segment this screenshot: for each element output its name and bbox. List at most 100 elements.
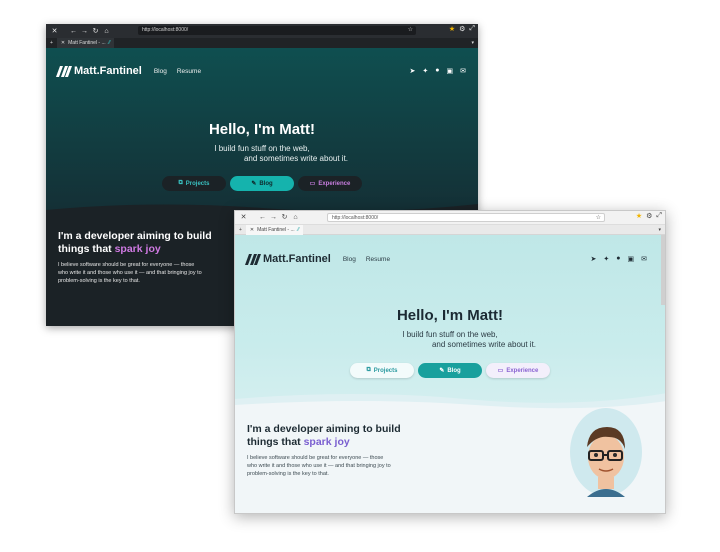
tab-matt-fantinel[interactable]: ✕ Matt Fantinel - ... ⁄⁄ <box>56 38 115 48</box>
bookmark-star-icon[interactable]: ☆ <box>596 214 601 223</box>
site-nav: Matt.Fantinel Blog Resume ➤ ✦ ● ▣ ✉ <box>244 251 653 267</box>
tab-matt-fantinel[interactable]: ✕ Matt Fantinel - ... ⁄⁄ <box>245 224 304 235</box>
hero: Hello, I'm Matt! I build fun stuff on th… <box>235 307 665 349</box>
telegram-icon[interactable]: ➤ <box>410 67 416 75</box>
logo-text: Matt.Fantinel <box>263 253 331 265</box>
pencil-icon: ✎ <box>251 181 257 187</box>
about-accent: spark joy <box>303 436 350 448</box>
address-bar[interactable]: http://localhost:8000/ ☆ <box>138 26 416 35</box>
nav-blog-link[interactable]: Blog <box>154 68 167 75</box>
new-tab-icon[interactable]: + <box>239 227 242 233</box>
about-body-line1: I believe software should be great for e… <box>58 262 195 268</box>
extension-star-icon[interactable]: ★ <box>636 212 642 220</box>
blog-button-label: Blog <box>447 367 461 374</box>
blog-button[interactable]: ✎ Blog <box>418 363 482 378</box>
projects-button-label: Projects <box>185 180 210 187</box>
linkedin-icon[interactable]: ▣ <box>447 67 454 75</box>
browser-toolbar: ✕ ← → ↻ ⌂ http://localhost:8000/ ☆ ★ ⚙ ⤢ <box>46 24 478 38</box>
experience-button-label: Experience <box>318 180 351 187</box>
tab-menu-icon[interactable]: ▾ <box>471 40 474 46</box>
telegram-icon[interactable]: ➤ <box>591 255 597 263</box>
cta-buttons: ⧉ Projects ✎ Blog ▭ Experience <box>235 363 665 378</box>
address-bar[interactable]: http://localhost:8000/ ☆ <box>327 213 605 222</box>
tab-close-icon[interactable]: ✕ <box>61 40 65 46</box>
tab-bar: + ✕ Matt Fantinel - ... ⁄⁄ ▾ <box>235 224 665 235</box>
close-icon[interactable]: ✕ <box>49 26 60 37</box>
cta-buttons: ⧉ Projects ✎ Blog ▭ Experience <box>46 176 478 191</box>
about-heading-line2: things that <box>58 243 112 255</box>
blog-button[interactable]: ✎ Blog <box>230 176 294 191</box>
about-body: I believe software should be great for e… <box>247 454 401 478</box>
about-heading-line1: I'm a developer aiming to build <box>247 423 401 435</box>
avatar <box>570 408 642 497</box>
projects-button[interactable]: ⧉ Projects <box>350 363 414 378</box>
about-text: I'm a developer aiming to build things t… <box>247 423 401 478</box>
briefcase-icon: ▭ <box>497 368 504 374</box>
tab-close-icon[interactable]: ✕ <box>250 227 254 233</box>
briefcase-icon: ▭ <box>309 181 316 187</box>
forward-icon[interactable]: → <box>79 26 90 37</box>
browser-window-light: ✕ ← → ↻ ⌂ http://localhost:8000/ ☆ ★ ⚙ ⤢… <box>234 210 666 514</box>
about-body-line2: who write it and those who use it — and … <box>247 463 391 469</box>
logo-mark-icon <box>244 253 262 265</box>
logo-text: Matt.Fantinel <box>74 65 142 77</box>
email-icon[interactable]: ✉ <box>460 67 466 75</box>
nav-resume-link[interactable]: Resume <box>366 256 390 263</box>
bookmark-star-icon[interactable]: ☆ <box>408 26 413 35</box>
hero-line-1: I build fun stuff on the web, <box>402 330 498 339</box>
tab-favicon-icon: ⁄⁄ <box>297 226 300 233</box>
hero-line-2: and sometimes write about it. <box>243 154 349 163</box>
url-text: http://localhost:8000/ <box>142 27 189 33</box>
extension-star-icon[interactable]: ★ <box>449 25 455 33</box>
forward-icon[interactable]: → <box>268 212 279 223</box>
site-logo[interactable]: Matt.Fantinel <box>244 253 331 265</box>
hero-line-2: and sometimes write about it. <box>431 340 537 349</box>
tab-menu-icon[interactable]: ▾ <box>658 227 661 233</box>
settings-icon[interactable]: ⚙ <box>646 212 652 220</box>
hero-title: Hello, I'm Matt! <box>208 121 316 138</box>
url-text: http://localhost:8000/ <box>332 215 379 221</box>
settings-icon[interactable]: ⚙ <box>459 25 465 33</box>
tab-title: Matt Fantinel - ... <box>257 226 295 233</box>
nav-blog-link[interactable]: Blog <box>343 256 356 263</box>
about-heading-line1: I'm a developer aiming to build <box>58 230 212 242</box>
about-text: I'm a developer aiming to build things t… <box>58 230 212 285</box>
about-heading: I'm a developer aiming to build things t… <box>247 423 401 449</box>
hero-title: Hello, I'm Matt! <box>396 307 504 324</box>
experience-button-label: Experience <box>506 367 539 374</box>
linkedin-icon[interactable]: ▣ <box>628 255 635 263</box>
home-icon[interactable]: ⌂ <box>290 212 301 223</box>
back-icon[interactable]: ← <box>257 212 268 223</box>
about-heading-line2: things that <box>247 436 301 448</box>
expand-icon[interactable]: ⤢ <box>656 212 662 220</box>
about-body-line2: who write it and those who use it — and … <box>58 270 202 276</box>
projects-icon: ⧉ <box>366 367 371 373</box>
about-heading: I'm a developer aiming to build things t… <box>58 230 212 256</box>
github-icon[interactable]: ● <box>435 67 439 75</box>
about-accent: spark joy <box>114 243 161 255</box>
browser-toolbar: ✕ ← → ↻ ⌂ http://localhost:8000/ ☆ ★ ⚙ ⤢ <box>235 211 665 225</box>
email-icon[interactable]: ✉ <box>641 255 647 263</box>
experience-button[interactable]: ▭ Experience <box>298 176 362 191</box>
experience-button[interactable]: ▭ Experience <box>486 363 550 378</box>
about-body-line1: I believe software should be great for e… <box>247 455 384 461</box>
about-body: I believe software should be great for e… <box>58 261 212 285</box>
scrollbar[interactable] <box>661 235 665 305</box>
projects-icon: ⧉ <box>178 180 183 186</box>
reload-icon[interactable]: ↻ <box>90 26 101 37</box>
social-links: ➤ ✦ ● ▣ ✉ <box>591 255 647 263</box>
site-nav: Matt.Fantinel Blog Resume ➤ ✦ ● ▣ ✉ <box>55 63 466 79</box>
new-tab-icon[interactable]: + <box>50 40 53 46</box>
site-logo[interactable]: Matt.Fantinel <box>55 65 142 77</box>
projects-button[interactable]: ⧉ Projects <box>162 176 226 191</box>
reload-icon[interactable]: ↻ <box>279 212 290 223</box>
back-icon[interactable]: ← <box>68 26 79 37</box>
screenshot-stage: ✕ ← → ↻ ⌂ http://localhost:8000/ ☆ ★ ⚙ ⤢… <box>0 0 720 552</box>
expand-icon[interactable]: ⤢ <box>469 25 475 33</box>
home-icon[interactable]: ⌂ <box>101 26 112 37</box>
github-icon[interactable]: ● <box>616 255 620 263</box>
nav-resume-link[interactable]: Resume <box>177 68 201 75</box>
twitter-icon[interactable]: ✦ <box>603 255 609 263</box>
close-icon[interactable]: ✕ <box>238 212 249 223</box>
twitter-icon[interactable]: ✦ <box>422 67 428 75</box>
